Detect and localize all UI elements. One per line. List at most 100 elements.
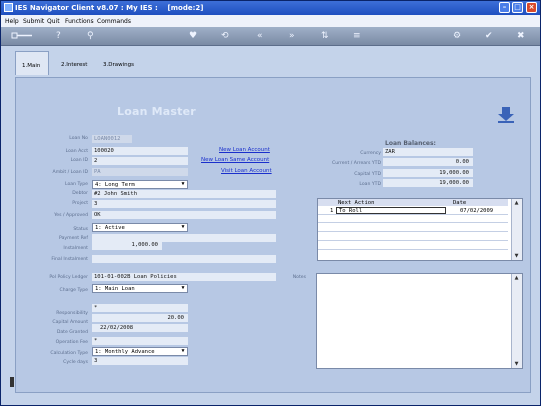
status-select[interactable]: 1: Active ▼ (92, 223, 188, 232)
capital-amount-label: Capital Amount (52, 320, 88, 325)
menu-quit[interactable]: Quit (47, 18, 60, 25)
next-action-column-header: Next Action (338, 200, 375, 206)
close-button[interactable]: × (526, 2, 537, 13)
current-arrears-label: Current / Arrears YTD (332, 161, 381, 166)
refresh-icon[interactable]: ⟲ (221, 31, 229, 41)
scroll-down-icon[interactable]: ▼ (513, 253, 520, 259)
project-label: Project (72, 201, 88, 206)
debtor-field[interactable]: #2 John Smith (92, 190, 276, 198)
notes-label: Notes (292, 275, 306, 280)
calculation-type-select[interactable]: 1: Monthly Advance ▼ (92, 347, 188, 356)
cycle-days-label: Cycle days (63, 360, 88, 365)
next-page-icon[interactable]: » (289, 31, 295, 41)
responsibility-field[interactable]: * (92, 304, 188, 312)
confirm-icon[interactable]: ✔ (485, 31, 493, 41)
search-icon[interactable]: ⚲ (87, 31, 94, 41)
capital-ytd-field: 19,000.00 (383, 169, 473, 177)
tab-bar: 1.Main 2.Interest 3.Drawings (15, 51, 140, 77)
tab-interest[interactable]: 2.Interest (55, 51, 95, 75)
app-window: IES Navigator Client v8.07 : My IES : [m… (0, 0, 541, 406)
menu-commands[interactable]: Commands (97, 18, 131, 25)
loan-ytd-label: Loan YTD (359, 182, 381, 187)
operation-fee-field[interactable]: * (92, 337, 188, 345)
current-arrears-field: 0.00 (383, 158, 473, 166)
charge-type-select[interactable]: 1: Main Loan ▼ (92, 284, 188, 293)
loan-acct-field[interactable]: 100020 (92, 147, 188, 155)
cancel-icon[interactable]: ✖ (517, 31, 525, 41)
final-instalment-field[interactable] (92, 255, 276, 263)
chevron-down-icon: ▼ (181, 285, 185, 291)
new-loan-same-account-link[interactable]: New Loan Same Account (201, 157, 269, 163)
currency-field: ZAR (383, 148, 473, 156)
capital-ytd-label: Capital YTD (354, 172, 381, 177)
instalment-label: Instalment (63, 246, 88, 251)
tab-main-label: 1.Main (22, 63, 41, 69)
scroll-up-icon[interactable]: ▲ (513, 200, 520, 206)
menu-functions[interactable]: Functions (65, 18, 94, 25)
tab-drawings[interactable]: 3.Drawings (97, 51, 139, 75)
menu-submit[interactable]: Submit (23, 18, 44, 25)
window-title: IES Navigator Client v8.07 : My IES : [m… (15, 4, 204, 12)
title-bar: IES Navigator Client v8.07 : My IES : [m… (1, 1, 540, 15)
tab-interest-label: 2.Interest (61, 62, 88, 68)
help-icon[interactable]: ? (56, 31, 61, 41)
approved-label: Yes / Approved (54, 213, 88, 218)
tab-main[interactable]: 1.Main (15, 51, 49, 75)
table-row[interactable] (318, 215, 508, 223)
table-row[interactable] (318, 233, 508, 241)
minimize-button[interactable]: – (499, 2, 510, 13)
debtor-label: Debtor (72, 191, 88, 196)
chevron-down-icon: ▼ (181, 224, 185, 230)
project-field[interactable]: 3 (92, 200, 276, 208)
favorite-heart-icon[interactable]: ♥ (189, 31, 197, 41)
charge-type-value: 1: Main Loan (95, 286, 135, 292)
notes-scrollbar[interactable]: ▲ ▼ (511, 274, 522, 368)
loan-id-field[interactable]: 2 (92, 157, 188, 165)
cycle-days-field[interactable]: 3 (92, 357, 188, 365)
status-value: 1: Active (95, 225, 125, 231)
ambit-label: Ambit / Loan ID (52, 170, 88, 175)
new-loan-account-link[interactable]: New Loan Account (219, 147, 270, 153)
loan-type-value: 4: Long Term (95, 182, 135, 188)
calculation-type-label: Calculation Type (50, 351, 88, 356)
payment-ref-label: Payment Ref (59, 236, 88, 241)
settings-icon[interactable]: ⚙ (453, 31, 461, 41)
next-action-cell[interactable]: To Roll (336, 207, 446, 214)
chevron-down-icon: ▼ (181, 181, 185, 187)
list-icon[interactable]: ≡ (353, 31, 361, 41)
tab-drawings-label: 3.Drawings (103, 62, 134, 68)
maximize-button[interactable]: □ (512, 2, 523, 13)
visit-loan-account-link[interactable]: Visit Loan Account (221, 168, 272, 174)
loan-balances-heading: Loan Balances: (385, 140, 436, 147)
menu-help[interactable]: Help (5, 18, 19, 25)
loan-ytd-field: 19,000.00 (383, 179, 473, 187)
currency-label: Currency (360, 151, 381, 156)
date-granted-field[interactable]: 22/02/2008 (92, 324, 188, 332)
responsibility-label: Responsibility (56, 311, 88, 316)
next-action-grid: Next Action Date 1 To Roll 07/02/2009 ▲ … (317, 198, 523, 261)
toolbar: ? ⚲ ♥ ⟲ « » ⇅ ≡ ⚙ ✔ ✖ (1, 27, 540, 46)
ambit-field: PA (92, 168, 188, 176)
scroll-up-icon[interactable]: ▲ (513, 275, 520, 281)
first-page-icon[interactable]: « (257, 31, 263, 41)
table-row[interactable] (318, 242, 508, 250)
capital-amount-field[interactable]: 20.00 (92, 314, 188, 322)
instalment-field[interactable]: 1,000.00 (92, 241, 162, 250)
grid-scrollbar[interactable]: ▲ ▼ (511, 199, 522, 260)
transfer-icon[interactable]: ⇅ (321, 31, 329, 41)
loan-type-select[interactable]: 4: Long Term ▼ (92, 180, 188, 189)
status-label: Status (73, 227, 88, 232)
download-icon[interactable] (497, 105, 515, 125)
status-indicator-icon (10, 377, 14, 387)
table-row[interactable] (318, 224, 508, 232)
scroll-down-icon[interactable]: ▼ (513, 361, 520, 367)
table-row[interactable]: 1 To Roll 07/02/2009 (318, 207, 508, 215)
calculation-type-value: 1: Monthly Advance (95, 349, 155, 355)
grid-header: Next Action Date (318, 199, 508, 206)
notes-textarea[interactable]: ▲ ▼ (316, 273, 523, 369)
table-row[interactable] (318, 251, 508, 259)
approved-field[interactable]: OK (92, 211, 276, 219)
loan-acct-label: Loan Acct (65, 149, 88, 154)
date-cell[interactable]: 07/02/2009 (460, 208, 493, 214)
back-key-icon[interactable] (11, 30, 33, 40)
